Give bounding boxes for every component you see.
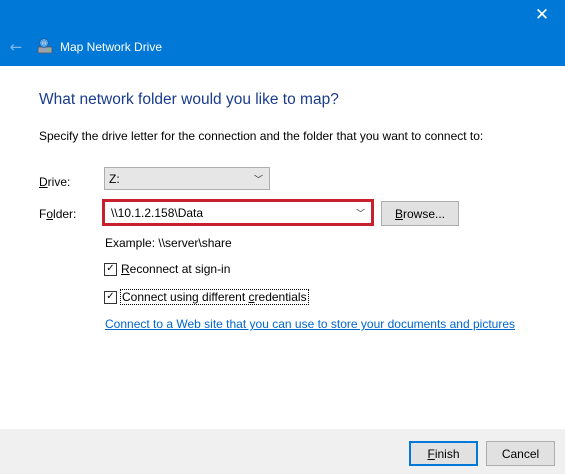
credentials-checkbox[interactable]: ✓: [104, 290, 117, 304]
reconnect-checkbox[interactable]: ✓: [104, 262, 117, 276]
page-heading: What network folder would you like to ma…: [39, 91, 339, 108]
chevron-down-icon: ﹀: [253, 175, 263, 185]
title-bar: ✕ ← Map Network Drive: [0, 0, 565, 66]
credentials-option[interactable]: ✓ Connect using different credentials: [104, 289, 309, 305]
folder-value: \\10.1.2.158\Data: [111, 205, 204, 220]
web-site-link[interactable]: Connect to a Web site that you can use t…: [105, 317, 515, 331]
reconnect-label: Reconnect at sign-in: [121, 262, 231, 276]
credentials-label: Connect using different credentials: [120, 289, 309, 305]
network-drive-icon: [37, 38, 53, 54]
cancel-button[interactable]: Cancel: [486, 441, 555, 466]
instruction-text: Specify the drive letter for the connect…: [39, 129, 484, 143]
folder-input[interactable]: \\10.1.2.158\Data ﹀: [102, 199, 374, 226]
drive-label: Drive:: [39, 175, 71, 189]
back-arrow-icon[interactable]: ←: [6, 37, 26, 57]
example-text: Example: \\server\share: [105, 236, 232, 250]
browse-button[interactable]: Browse...: [381, 201, 459, 226]
window-title: Map Network Drive: [60, 40, 163, 54]
footer-bar: [0, 429, 565, 474]
drive-select[interactable]: Z: ﹀: [104, 167, 270, 190]
close-icon[interactable]: ✕: [519, 0, 565, 30]
chevron-down-icon[interactable]: ﹀: [356, 206, 365, 219]
folder-label: Folder:: [39, 207, 77, 221]
finish-button[interactable]: Finish: [409, 441, 478, 466]
reconnect-option[interactable]: ✓ Reconnect at sign-in: [104, 262, 230, 276]
drive-value: Z:: [109, 171, 120, 186]
